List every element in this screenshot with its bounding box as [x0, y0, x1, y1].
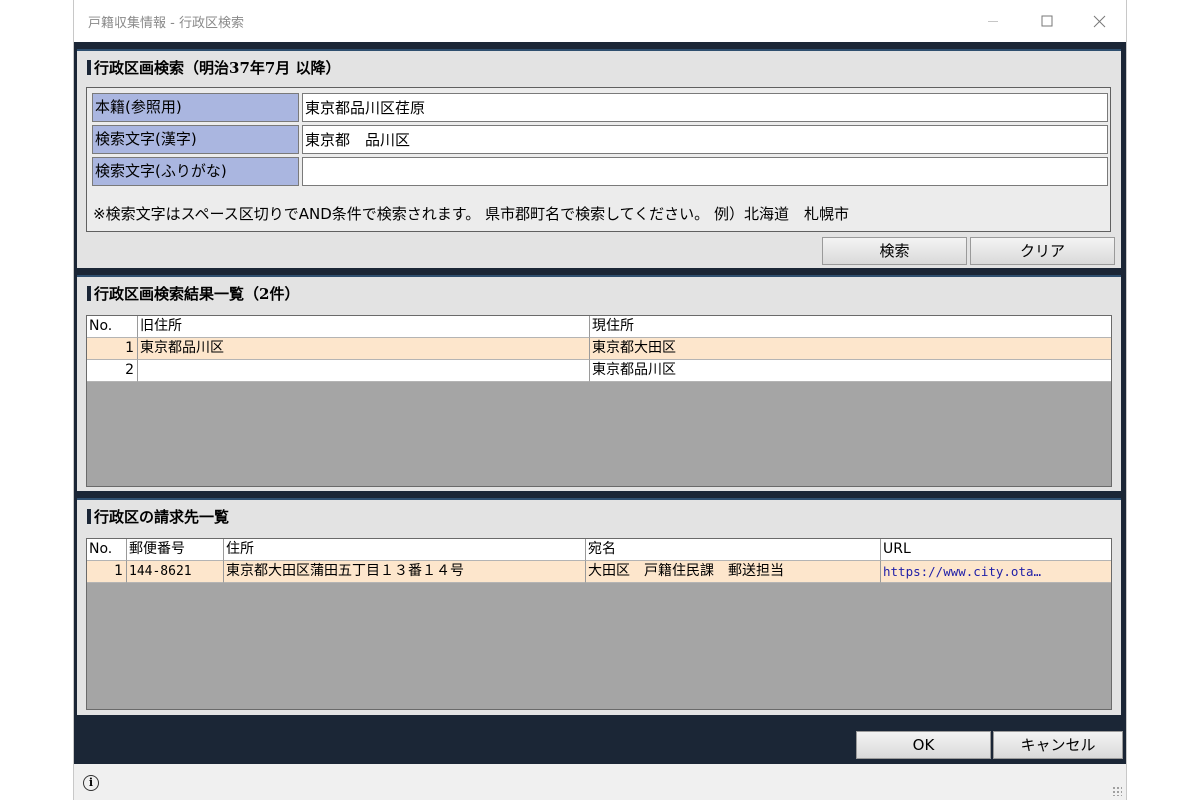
row-no: 2: [87, 360, 138, 382]
window-title: 戸籍収集情報 - 行政区検索: [88, 16, 244, 31]
row-new-address: 東京都大田区: [590, 338, 1111, 360]
col-header-address[interactable]: 住所: [224, 539, 586, 561]
search-form: 本籍(参照用) 検索文字(漢字) 検索文字(ふりがな) ※検索文字はスペース区切…: [86, 87, 1111, 232]
search-panel-header: 行政区画検索（明治37年7月 以降）: [87, 57, 341, 78]
kanji-label: 検索文字(漢字): [92, 125, 299, 154]
col-header-no[interactable]: No.: [87, 539, 127, 561]
results-panel: 行政区画検索結果一覧（2件） No. 旧住所 現住所 1 東京都品川区 東京都大…: [77, 275, 1121, 491]
results-grid[interactable]: No. 旧住所 現住所 1 東京都品川区 東京都大田区 2 東京都品川区: [86, 315, 1112, 487]
info-icon[interactable]: i: [83, 775, 99, 791]
offices-grid[interactable]: No. 郵便番号 住所 宛名 URL 1 144-8621 東京都大田区蒲田五丁…: [86, 538, 1112, 710]
col-header-recipient[interactable]: 宛名: [586, 539, 881, 561]
furigana-label: 検索文字(ふりがな): [92, 157, 299, 186]
honseki-input[interactable]: [302, 93, 1108, 122]
honseki-label: 本籍(参照用): [92, 93, 299, 122]
dialog-client-area: 行政区画検索（明治37年7月 以降） 本籍(参照用) 検索文字(漢字) 検索文字…: [74, 42, 1126, 764]
close-icon[interactable]: [1072, 0, 1126, 42]
table-row[interactable]: 2 東京都品川区: [87, 360, 1111, 382]
resize-grip-icon[interactable]: [1112, 786, 1122, 796]
search-hint: ※検索文字はスペース区切りでAND条件で検索されます。 県市郡町名で検索してくだ…: [93, 205, 849, 223]
status-bar: i: [74, 764, 1126, 800]
title-bar[interactable]: 戸籍収集情報 - 行政区検索: [74, 0, 1126, 42]
col-header-no[interactable]: No.: [87, 316, 138, 338]
col-header-zip[interactable]: 郵便番号: [127, 539, 224, 561]
row-new-address: 東京都品川区: [590, 360, 1111, 382]
kanji-search-input[interactable]: [302, 125, 1108, 154]
row-no: 1: [87, 338, 138, 360]
clear-button[interactable]: クリア: [970, 237, 1115, 265]
offices-header-row: No. 郵便番号 住所 宛名 URL: [87, 539, 1111, 561]
row-no: 1: [87, 561, 127, 583]
search-panel: 行政区画検索（明治37年7月 以降） 本籍(参照用) 検索文字(漢字) 検索文字…: [77, 49, 1121, 268]
col-header-url[interactable]: URL: [881, 539, 1111, 561]
search-button[interactable]: 検索: [822, 237, 967, 265]
col-header-old-address[interactable]: 旧住所: [138, 316, 590, 338]
row-old-address: 東京都品川区: [138, 338, 590, 360]
results-header-row: No. 旧住所 現住所: [87, 316, 1111, 338]
table-row[interactable]: 1 東京都品川区 東京都大田区: [87, 338, 1111, 360]
col-header-new-address[interactable]: 現住所: [590, 316, 1111, 338]
row-zip: 144-8621: [127, 561, 224, 583]
offices-panel-header: 行政区の請求先一覧: [87, 506, 229, 527]
table-row[interactable]: 1 144-8621 東京都大田区蒲田五丁目１３番１４号 大田区 戸籍住民課 郵…: [87, 561, 1111, 583]
offices-panel: 行政区の請求先一覧 No. 郵便番号 住所 宛名 URL 1 144-8621 …: [77, 498, 1121, 715]
row-url-link[interactable]: https://www.city.ota…: [881, 561, 1111, 583]
minimize-icon[interactable]: [966, 0, 1020, 42]
results-panel-header: 行政区画検索結果一覧（2件）: [87, 283, 299, 304]
ok-button[interactable]: OK: [856, 731, 991, 759]
cancel-button[interactable]: キャンセル: [993, 731, 1123, 759]
row-recipient: 大田区 戸籍住民課 郵送担当: [586, 561, 881, 583]
row-address: 東京都大田区蒲田五丁目１３番１４号: [224, 561, 586, 583]
furigana-search-input[interactable]: [302, 157, 1108, 186]
dialog-window: 戸籍収集情報 - 行政区検索 行政区画検索（明治37年7月 以降） 本籍(参照用…: [73, 0, 1127, 800]
row-old-address: [138, 360, 590, 382]
maximize-icon[interactable]: [1020, 0, 1074, 42]
